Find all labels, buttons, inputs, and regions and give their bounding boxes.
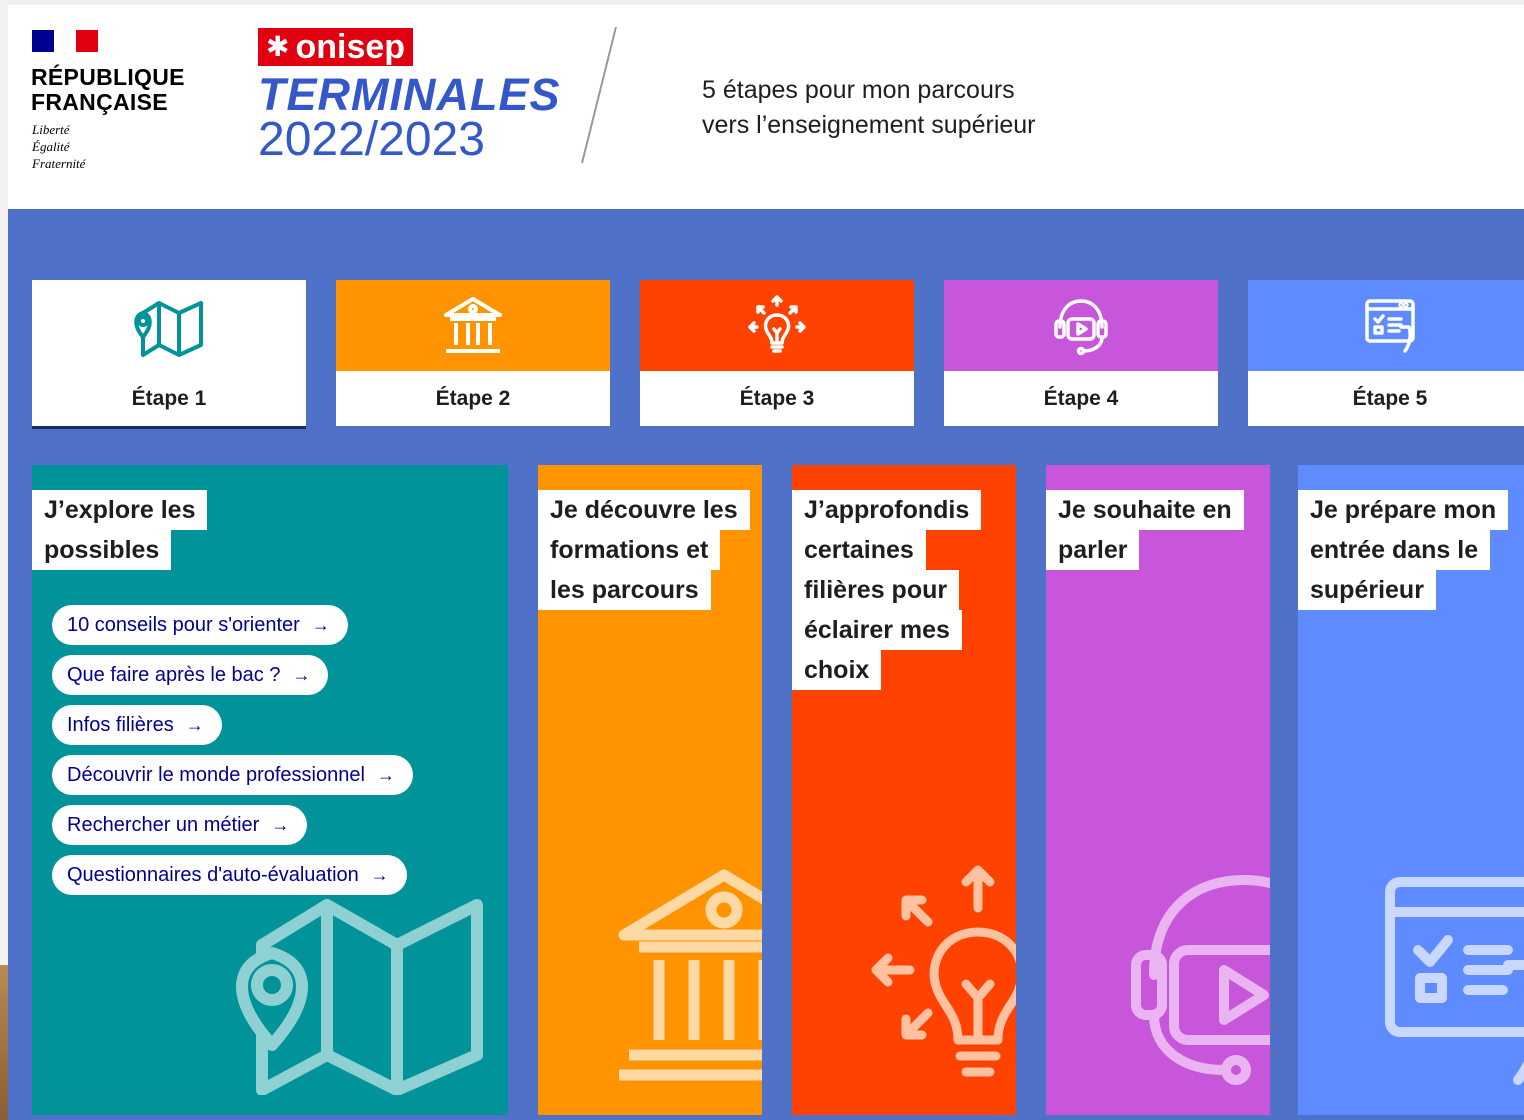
panel-title: Je prépare mon entrée dans le supérieur <box>1298 490 1509 610</box>
institution-icon <box>444 296 502 353</box>
tab-label: Étape 3 <box>739 386 815 410</box>
panel-etape-4: Je souhaite en parler <box>1046 465 1270 1115</box>
tab-label: Étape 4 <box>1043 386 1119 410</box>
tab-label: Étape 5 <box>1352 386 1428 410</box>
panel-title-line: Je prépare mon <box>1298 490 1509 530</box>
header-tagline: 5 étapes pour mon parcours vers l’enseig… <box>702 76 1036 139</box>
panel-etape-1: J’explore les possibles 10 conseils pour… <box>32 465 508 1115</box>
onisep-logo-text: onisep <box>295 28 406 66</box>
republique-francaise-logo[interactable]: RÉPUBLIQUE FRANÇAISE <box>31 65 185 115</box>
link-10-conseils[interactable]: 10 conseils pour s'orienter → <box>52 605 348 645</box>
panel-etape-5: Je prépare mon entrée dans le supérieur <box>1298 465 1524 1115</box>
tab-etape-1[interactable]: Étape 1 <box>32 280 306 429</box>
panel-title-line: J’approfondis <box>792 490 982 530</box>
tab-label: Étape 2 <box>435 386 511 410</box>
lightbulb-icon <box>748 294 806 353</box>
tab-etape-3[interactable]: Étape 3 <box>640 280 914 426</box>
panel-etape-2: Je découvre les formations et les parcou… <box>538 465 762 1115</box>
institution-icon <box>618 869 762 1081</box>
republic-motto: Liberté Égalité Fraternité <box>32 122 86 171</box>
link-infos-filieres[interactable]: Infos filières → <box>52 705 222 745</box>
browser-checklist-icon <box>1385 877 1524 1085</box>
headset-video-icon <box>1054 298 1108 355</box>
link-que-faire-apres-bac[interactable]: Que faire après le bac ? → <box>52 655 329 695</box>
panel-title: Je souhaite en parler <box>1046 490 1244 570</box>
french-flag-icon <box>32 30 98 52</box>
panel-etape-3: J’approfondis certaines filières pour éc… <box>792 465 1016 1115</box>
panel-title-line: Je souhaite en <box>1046 490 1244 530</box>
panel-title-line: supérieur <box>1298 570 1436 610</box>
tab-etape-2[interactable]: Étape 2 <box>336 280 610 426</box>
tab-etape-5[interactable]: Étape 5 <box>1248 280 1524 426</box>
link-monde-professionnel[interactable]: Découvrir le monde professionnel → <box>52 755 413 795</box>
panel-title: J’approfondis certaines filières pour éc… <box>792 490 982 690</box>
browser-checklist-icon <box>1365 298 1415 353</box>
link-rechercher-metier[interactable]: Rechercher un métier → <box>52 805 308 845</box>
arrow-right-icon: → <box>292 665 311 685</box>
brand-year: 2022/2023 <box>258 113 485 166</box>
header-divider <box>581 26 617 164</box>
onisep-logo[interactable]: ✱ onisep <box>258 28 414 66</box>
panel-title-line: entrée dans le <box>1298 530 1491 570</box>
arrow-right-icon: → <box>311 615 330 635</box>
map-icon <box>236 899 483 1095</box>
onisep-asterisk-icon: ✱ <box>266 31 290 62</box>
lightbulb-icon <box>871 865 1016 1077</box>
panel-title-line: éclairer mes <box>792 610 962 650</box>
steps-section: Étape 1 Étape 2 Étape 3 Étape 4 Étape 5 … <box>8 209 1524 1120</box>
headset-video-icon <box>1131 875 1270 1085</box>
panel-title-line: parler <box>1046 530 1140 570</box>
desk-edge <box>0 965 8 1120</box>
panel-title-line: possibles <box>32 530 172 570</box>
arrow-right-icon: → <box>185 715 204 735</box>
panel-title-line: choix <box>792 650 882 690</box>
panel-links: 10 conseils pour s'orienter → Que faire a… <box>52 605 413 905</box>
site-header: RÉPUBLIQUE FRANÇAISE Liberté Égalité Fra… <box>8 5 1524 209</box>
tab-etape-4[interactable]: Étape 4 <box>944 280 1218 426</box>
panel-title-line: filières pour <box>792 570 960 610</box>
left-edge <box>0 0 8 1120</box>
map-icon <box>134 300 203 357</box>
arrow-right-icon: → <box>271 815 290 835</box>
tab-label: Étape 1 <box>131 386 207 410</box>
panel-title: Je découvre les formations et les parcou… <box>538 490 750 610</box>
panel-title-line: formations et <box>538 530 721 570</box>
arrow-right-icon: → <box>376 765 395 785</box>
panel-title: J’explore les possibles <box>32 490 208 570</box>
panel-title-line: J’explore les <box>32 490 208 530</box>
panel-title-line: les parcours <box>538 570 711 610</box>
panel-title-line: Je découvre les <box>538 490 750 530</box>
panel-title-line: certaines <box>792 530 926 570</box>
